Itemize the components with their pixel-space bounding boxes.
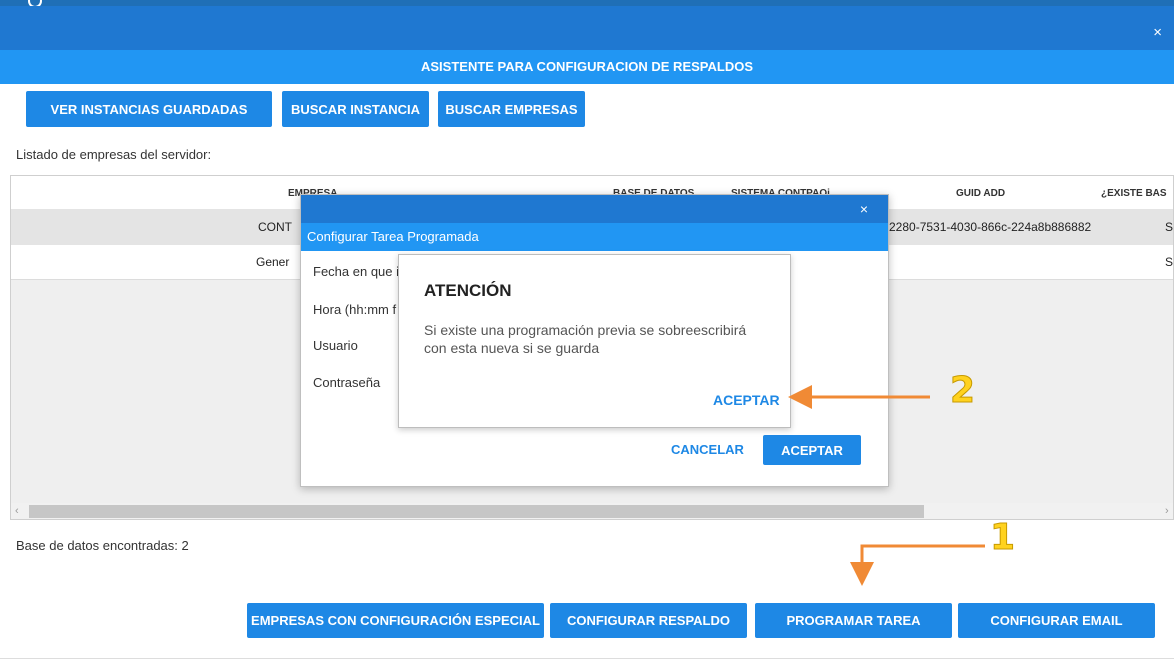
annotation-arrows — [788, 385, 985, 586]
step-2-number: 2 — [949, 370, 976, 412]
step-1-number: 1 — [989, 517, 1016, 559]
arrow-step-1 — [850, 544, 985, 586]
